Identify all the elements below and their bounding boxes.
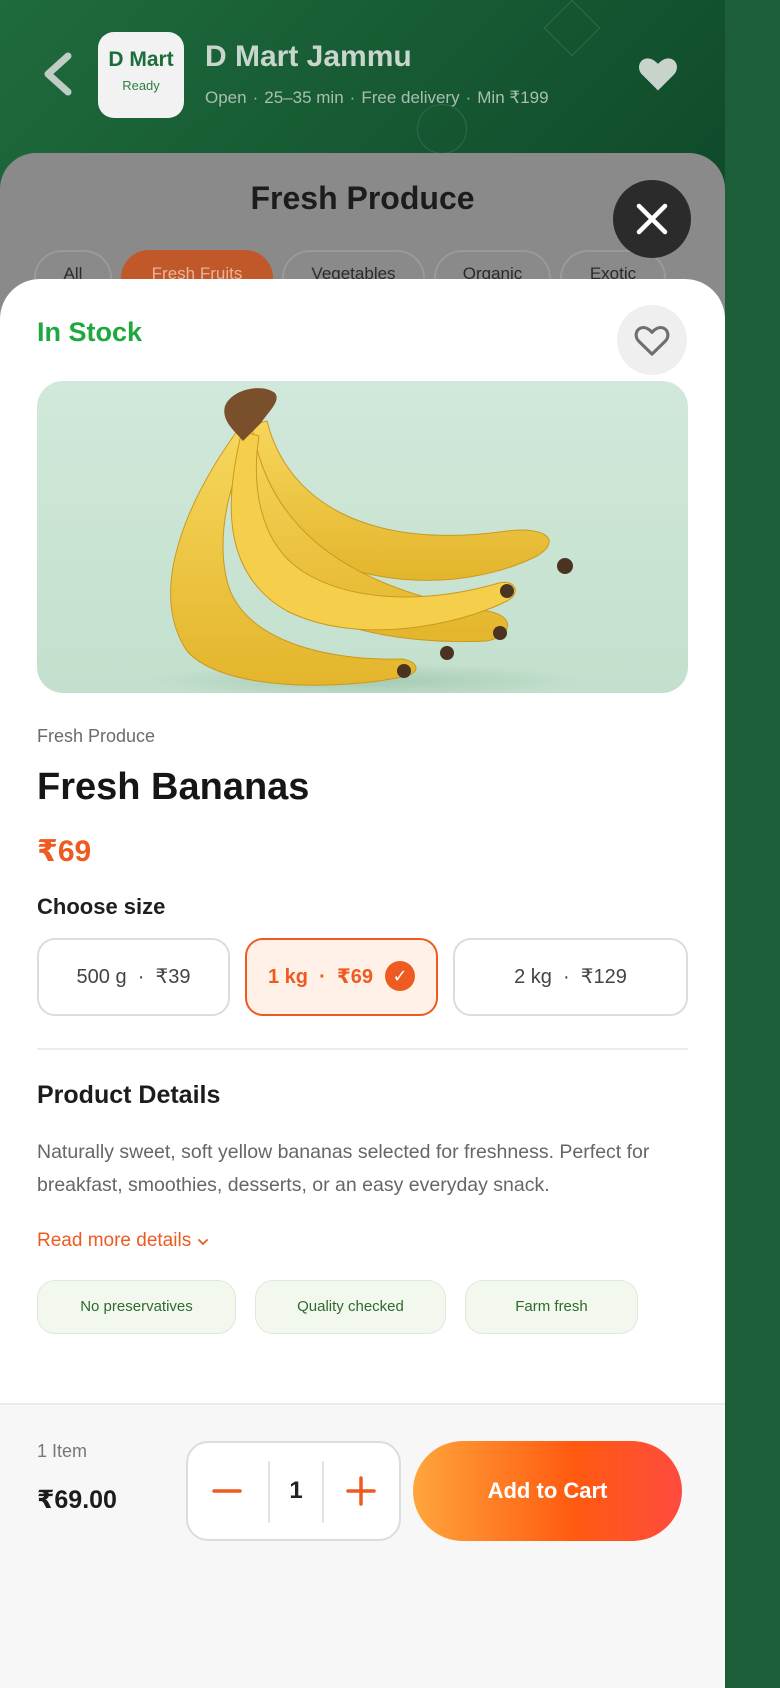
quantity-value: 1 bbox=[289, 1477, 303, 1504]
tag-farm-fresh: Farm fresh bbox=[465, 1280, 638, 1334]
breadcrumb: Fresh Produce bbox=[37, 726, 156, 746]
store-eta: 25–35 min bbox=[264, 88, 344, 107]
tag-no-preservatives: No preservatives bbox=[37, 1280, 236, 1334]
details-section-title: Product Details bbox=[37, 1081, 221, 1109]
increase-quantity-button[interactable] bbox=[324, 1443, 399, 1539]
size-weight: 500 g bbox=[76, 966, 127, 988]
size-weight: 2 kg bbox=[514, 966, 552, 988]
plus-icon bbox=[346, 1476, 376, 1506]
store-delivery: Free delivery bbox=[361, 88, 460, 107]
product-title: Fresh Bananas bbox=[37, 766, 310, 808]
cart-total: ₹69.00 bbox=[37, 1486, 117, 1514]
chevron-down-icon bbox=[198, 1239, 209, 1246]
decorative-diamond bbox=[543, 0, 601, 57]
read-more-label: Read more details bbox=[37, 1230, 192, 1251]
check-icon: ✓ bbox=[385, 960, 416, 991]
store-favorite-button[interactable] bbox=[636, 52, 680, 96]
minus-icon bbox=[212, 1489, 242, 1493]
section-divider bbox=[37, 1048, 688, 1050]
store-minimum: Min ₹199 bbox=[477, 88, 549, 107]
store-meta: Open · 25–35 min · Free delivery · Min ₹199 bbox=[205, 88, 549, 107]
size-price: ₹39 bbox=[155, 966, 191, 988]
tag-quality-checked: Quality checked bbox=[255, 1280, 446, 1334]
product-price: ₹69 bbox=[37, 835, 92, 868]
store-logo: D Mart Ready bbox=[98, 32, 184, 118]
store-status: Open bbox=[205, 88, 247, 107]
store-logo-text: D Mart bbox=[108, 48, 174, 71]
product-image bbox=[37, 381, 688, 693]
size-price: ₹69 bbox=[336, 966, 374, 988]
item-count: 1 Item bbox=[37, 1441, 88, 1461]
size-weight: 1 kg bbox=[267, 966, 308, 988]
product-description: Naturally sweet, soft yellow bananas sel… bbox=[37, 1141, 650, 1196]
chevron-left-icon bbox=[44, 52, 72, 96]
size-option-500g[interactable]: 500 g · ₹39 bbox=[37, 938, 230, 1016]
quantity-stepper: 1 bbox=[186, 1441, 401, 1541]
cart-bottom-bar: 1 Item ₹69.00 1 Add to Cart bbox=[0, 1403, 725, 1688]
back-button[interactable] bbox=[38, 52, 82, 96]
store-name: D Mart Jammu bbox=[205, 40, 412, 73]
add-to-cart-button[interactable]: Add to Cart bbox=[413, 1441, 682, 1541]
heart-filled-icon bbox=[639, 58, 677, 91]
size-option-2kg[interactable]: 2 kg · ₹129 bbox=[453, 938, 688, 1016]
size-option-1kg[interactable]: 1 kg · ₹69 ✓ bbox=[245, 938, 438, 1016]
size-price: ₹129 bbox=[580, 966, 627, 988]
stock-status: In Stock bbox=[37, 317, 143, 347]
banana-illustration bbox=[147, 388, 587, 693]
decorative-circle bbox=[417, 104, 467, 154]
close-button[interactable] bbox=[613, 180, 691, 258]
store-logo-subtext: Ready bbox=[122, 78, 160, 93]
size-section-title: Choose size bbox=[37, 894, 166, 919]
heart-outline-icon bbox=[634, 326, 670, 356]
close-icon bbox=[636, 203, 668, 235]
wishlist-button[interactable] bbox=[617, 305, 687, 375]
read-more-link[interactable]: Read more details bbox=[37, 1230, 209, 1252]
decrease-quantity-button[interactable] bbox=[188, 1443, 268, 1539]
